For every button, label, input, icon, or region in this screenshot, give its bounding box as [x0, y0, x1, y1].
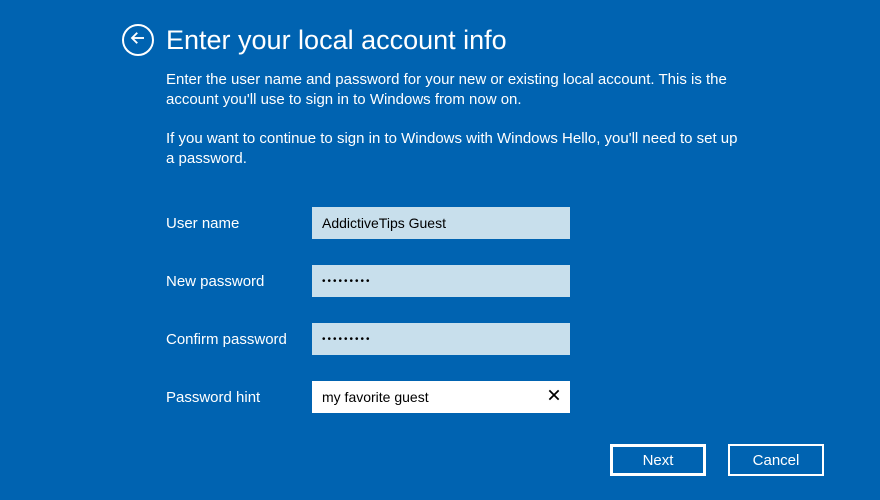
- arrow-left-icon: [129, 29, 147, 52]
- page-title: Enter your local account info: [166, 25, 507, 56]
- new-password-label: New password: [166, 273, 312, 290]
- confirm-password-input[interactable]: [312, 323, 570, 355]
- cancel-button[interactable]: Cancel: [728, 444, 824, 476]
- clear-hint-button[interactable]: [538, 381, 570, 413]
- password-hint-input[interactable]: [312, 381, 570, 413]
- new-password-input[interactable]: [312, 265, 570, 297]
- username-input[interactable]: [312, 207, 570, 239]
- back-button[interactable]: [122, 24, 154, 56]
- next-button[interactable]: Next: [610, 444, 706, 476]
- username-label: User name: [166, 215, 312, 232]
- password-hint-label: Password hint: [166, 389, 312, 406]
- close-icon: [547, 388, 561, 407]
- intro-text-2: If you want to continue to sign in to Wi…: [166, 129, 740, 170]
- confirm-password-label: Confirm password: [166, 331, 312, 348]
- account-form: User name New password Confirm password …: [0, 207, 880, 413]
- intro-text-1: Enter the user name and password for you…: [166, 70, 740, 111]
